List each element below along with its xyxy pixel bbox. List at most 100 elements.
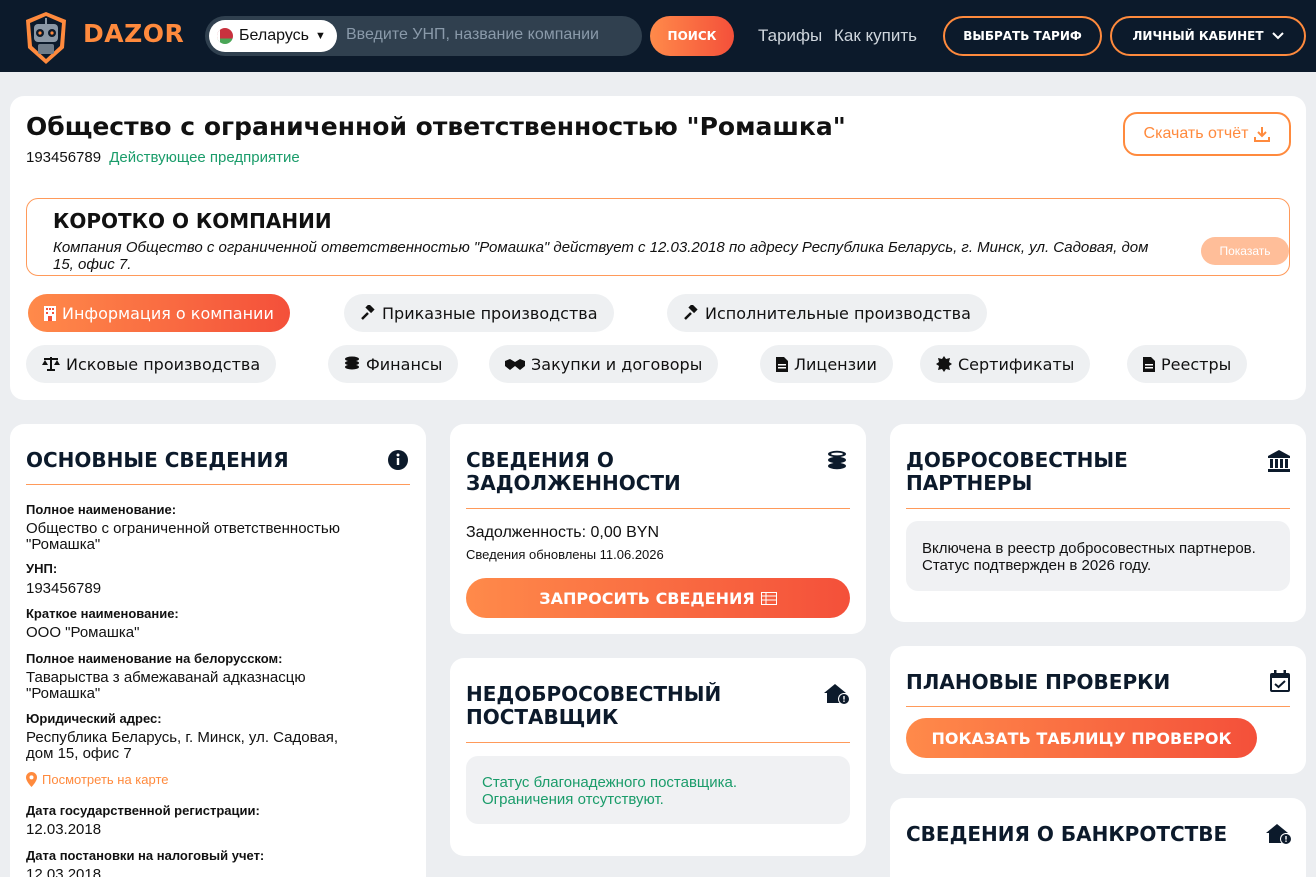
field-label: Краткое наименование: <box>26 606 179 621</box>
tab-procurement[interactable]: Закупки и договоры <box>489 345 719 383</box>
partners-status-text: Включена в реестр добросовестных партнер… <box>922 540 1256 574</box>
divider <box>466 508 850 509</box>
partners-status-box: Включена в реестр добросовестных партнер… <box>906 521 1290 591</box>
divider <box>906 706 1290 707</box>
download-report-button[interactable]: Скачать отчёт <box>1123 112 1291 156</box>
tab-label: Сертификаты <box>958 354 1075 374</box>
coins-icon <box>345 356 359 370</box>
about-company-box: КОРОТКО О КОМПАНИИ Компания Общество с о… <box>26 198 1290 276</box>
nav-tariffs-link[interactable]: Тарифы <box>758 26 822 46</box>
tab-label: Финансы <box>366 354 443 374</box>
choose-tariff-button[interactable]: ВЫБРАТЬ ТАРИФ <box>943 16 1102 56</box>
status-badge: Действующее предприятие <box>109 149 300 166</box>
field-value: Таварыства з абмежаванай адказнасцю "Ром… <box>26 669 306 702</box>
tab-order-proceedings[interactable]: Приказные производства <box>344 294 614 332</box>
divider <box>26 484 410 485</box>
debt-updated: Сведения обновлены 11.06.2026 <box>466 547 664 562</box>
cabinet-label: ЛИЧНЫЙ КАБИНЕТ <box>1132 29 1264 43</box>
table-icon <box>760 591 777 605</box>
supplier-status-box: Статус благонадежного поставщика. Ограни… <box>466 756 850 824</box>
country-select[interactable]: Беларусь ▼ <box>209 20 337 52</box>
field-value: Республика Беларусь, г. Минск, ул. Садов… <box>26 729 339 762</box>
chevron-down-icon: ▼ <box>314 30 326 42</box>
certificate-icon <box>936 356 952 372</box>
tab-lawsuits[interactable]: Исковые производства <box>26 345 277 383</box>
basic-info-card: ОСНОВНЫЕ СВЕДЕНИЯ Полное наименование: О… <box>10 424 426 877</box>
tab-label: Лицензии <box>794 354 877 374</box>
tab-licenses[interactable]: Лицензии <box>760 345 893 383</box>
field-label: Полное наименование: <box>26 502 177 517</box>
field-label: Дата государственной регистрации: <box>26 803 260 818</box>
field-label: Дата постановки на налоговый учет: <box>26 848 265 863</box>
gavel-icon <box>684 305 698 320</box>
tab-enforcement-proceedings[interactable]: Исполнительные производства <box>667 294 987 332</box>
robot-logo-icon[interactable] <box>22 10 70 66</box>
reliable-partners-card: ДОБРОСОВЕСТНЫЕ ПАРТНЕРЫ Включена в реест… <box>890 424 1306 622</box>
card-title: ОСНОВНЫЕ СВЕДЕНИЯ <box>26 448 289 472</box>
debt-amount: Задолженность: 0,00 BYN <box>466 524 659 541</box>
tab-registries[interactable]: Реестры <box>1127 345 1248 383</box>
bankruptcy-card: СВЕДЕНИЯ О БАНКРОТСТВЕ <box>890 798 1306 877</box>
map-link-label: Посмотреть на карте <box>42 772 169 787</box>
map-pin-icon <box>26 772 37 787</box>
tab-finances[interactable]: Финансы <box>328 345 459 383</box>
planned-inspections-card: ПЛАНОВЫЕ ПРОВЕРКИ ПОКАЗАТЬ ТАБЛИЦУ ПРОВЕ… <box>890 646 1306 774</box>
cabinet-button[interactable]: ЛИЧНЫЙ КАБИНЕТ <box>1110 16 1306 56</box>
card-title: ДОБРОСОВЕСТНЫЕ ПАРТНЕРЫ <box>906 448 1128 495</box>
bank-icon <box>1268 450 1290 472</box>
company-unp: 193456789 <box>26 149 102 166</box>
handshake-icon <box>505 359 525 370</box>
field-label: УНП: <box>26 561 58 576</box>
card-title: СВЕДЕНИЯ О БАНКРОТСТВЕ <box>906 822 1228 846</box>
debt-card: СВЕДЕНИЯ О ЗАДОЛЖЕННОСТИ Задолженность: … <box>450 424 866 634</box>
building-icon <box>44 305 56 321</box>
view-on-map-link[interactable]: Посмотреть на карте <box>26 772 168 787</box>
scales-icon <box>42 357 60 371</box>
house-alert-icon <box>824 684 850 705</box>
divider <box>906 508 1290 509</box>
field-value: ООО "Ромашка" <box>26 624 140 641</box>
request-info-button[interactable]: ЗАПРОСИТЬ СВЕДЕНИЯ <box>466 578 850 618</box>
tab-label: Исполнительные производства <box>705 303 971 323</box>
document-icon <box>776 356 788 372</box>
supplier-status-text: Статус благонадежного поставщика. Ограни… <box>482 774 738 808</box>
card-title: ПЛАНОВЫЕ ПРОВЕРКИ <box>906 670 1171 694</box>
top-header: DAZOR Беларусь ▼ Введите УНП, название к… <box>0 0 1316 72</box>
chevron-down-icon <box>1271 32 1284 40</box>
tab-certificates[interactable]: Сертификаты <box>920 345 1091 383</box>
tab-label: Информация о компании <box>62 303 274 323</box>
about-title: КОРОТКО О КОМПАНИИ <box>53 209 332 233</box>
logo-text[interactable]: DAZOR <box>83 19 184 48</box>
country-label: Беларусь <box>239 27 309 44</box>
field-value: 193456789 <box>26 580 102 597</box>
search-input[interactable]: Введите УНП, название компании <box>346 26 599 44</box>
show-more-button[interactable]: Показать <box>1201 237 1289 265</box>
card-title: СВЕДЕНИЯ О ЗАДОЛЖЕННОСТИ <box>466 448 681 495</box>
search-bar: Беларусь ▼ Введите УНП, название компани… <box>205 16 642 56</box>
search-button[interactable]: ПОИСК <box>650 16 734 56</box>
gavel-icon <box>361 305 375 320</box>
house-alert-icon <box>1266 824 1292 845</box>
tab-company-info[interactable]: Информация о компании <box>28 294 290 332</box>
unreliable-supplier-card: НЕДОБРОСОВЕСТНЫЙ ПОСТАВЩИК Статус благон… <box>450 658 866 856</box>
calendar-check-icon <box>1270 670 1290 692</box>
info-icon[interactable] <box>388 450 408 470</box>
show-inspections-button[interactable]: ПОКАЗАТЬ ТАБЛИЦУ ПРОВЕРОК <box>906 718 1257 758</box>
document-icon <box>1143 356 1155 372</box>
field-label: Юридический адрес: <box>26 711 162 726</box>
tab-label: Приказные производства <box>382 303 598 323</box>
company-unp-line: 193456789 Действующее предприятие <box>26 149 300 166</box>
company-header-card: Общество с ограниченной ответственностью… <box>10 96 1306 400</box>
nav-how-to-buy-link[interactable]: Как купить <box>834 26 917 46</box>
tab-label: Закупки и договоры <box>531 354 703 374</box>
download-icon <box>1254 127 1271 142</box>
download-report-label: Скачать отчёт <box>1143 125 1249 142</box>
field-label: Полное наименование на белорусском: <box>26 651 283 666</box>
field-value: 12.03.2018 <box>26 866 102 877</box>
tab-label: Исковые производства <box>66 354 261 374</box>
belarus-flag-icon <box>217 28 233 44</box>
page-title: Общество с ограниченной ответственностью… <box>26 112 846 141</box>
divider <box>466 742 850 743</box>
card-title: НЕДОБРОСОВЕСТНЫЙ ПОСТАВЩИК <box>466 682 722 729</box>
request-info-label: ЗАПРОСИТЬ СВЕДЕНИЯ <box>539 588 755 608</box>
